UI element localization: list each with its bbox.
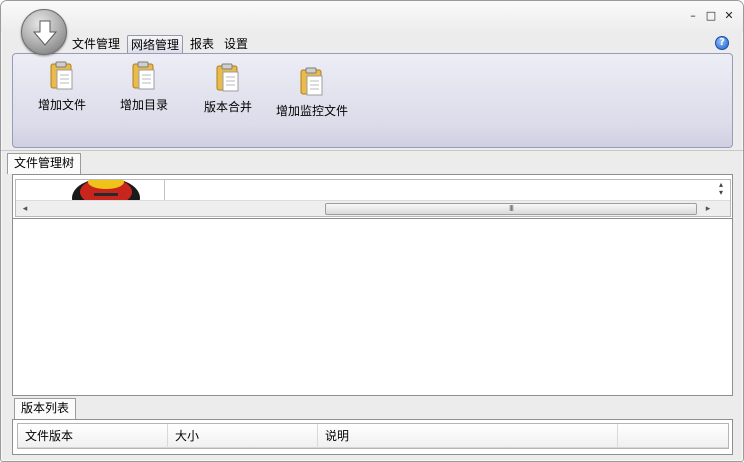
clipboard-icon <box>216 63 239 92</box>
tab-file-tree[interactable]: 文件管理树 <box>7 153 82 174</box>
add-monitor-file-label: 增加监控文件 <box>276 104 349 118</box>
app-menu-orb[interactable] <box>21 9 67 55</box>
column-header-size[interactable]: 大小 <box>168 424 318 448</box>
ribbon-panel: 增加文件 增加目录 版本合并 增加监控文件 <box>12 53 733 148</box>
version-list-panel[interactable]: 文件版本 大小 说明 <box>12 419 733 455</box>
scroll-right-icon[interactable]: ▸ <box>702 203 714 215</box>
add-directory-button[interactable]: 增加目录 <box>120 60 168 113</box>
title-bar[interactable]: – □ ✕ <box>1 1 743 33</box>
tab-version-list[interactable]: 版本列表 <box>14 398 77 419</box>
version-merge-label: 版本合并 <box>204 100 253 114</box>
clipboard-icon <box>50 61 73 90</box>
app-window: – □ ✕ 文件管理 网络管理 报表 设置 ? 增加文件 增加目录 版本合并 增… <box>0 0 744 462</box>
grid-header: 文件版本 大小 说明 <box>18 424 728 448</box>
tab-reports[interactable]: 报表 <box>187 35 217 54</box>
tab-settings[interactable]: 设置 <box>221 35 251 54</box>
horizontal-scrollbar[interactable]: ◂ III ▸ <box>16 200 730 216</box>
version-merge-button[interactable]: 版本合并 <box>204 62 252 115</box>
file-tree-panel[interactable]: ▴ ▾ ◂ III ▸ <box>12 174 733 396</box>
add-file-label: 增加文件 <box>38 98 87 112</box>
divider <box>13 218 732 219</box>
divider <box>1 150 743 151</box>
scroll-left-icon[interactable]: ◂ <box>19 203 31 215</box>
column-header-description[interactable]: 说明 <box>318 424 618 448</box>
add-directory-label: 增加目录 <box>120 98 169 112</box>
add-monitor-file-button[interactable]: 增加监控文件 <box>276 66 348 119</box>
tab-network-management[interactable]: 网络管理 <box>127 35 184 54</box>
ribbon-tab-bar: 文件管理 网络管理 报表 设置 <box>69 35 255 54</box>
tree-header-frame: ▴ ▾ ◂ III ▸ <box>15 179 731 217</box>
download-arrow-icon <box>32 20 58 46</box>
vertical-scroll-arrows[interactable]: ▴ ▾ <box>714 181 728 199</box>
tree-tab-strip: 文件管理树 <box>7 153 82 174</box>
column-separator <box>164 180 165 200</box>
add-file-button[interactable]: 增加文件 <box>38 60 86 113</box>
tab-file-management[interactable]: 文件管理 <box>69 35 123 54</box>
version-grid[interactable]: 文件版本 大小 说明 <box>17 423 729 449</box>
column-header-empty <box>618 424 728 448</box>
clipboard-icon <box>300 67 323 96</box>
clipboard-icon <box>132 61 155 90</box>
column-header-file-version[interactable]: 文件版本 <box>18 424 168 448</box>
window-controls: – □ ✕ <box>687 9 735 23</box>
minimize-button[interactable]: – <box>687 9 699 23</box>
maximize-button[interactable]: □ <box>705 9 717 23</box>
version-tab-strip: 版本列表 <box>14 398 77 419</box>
help-icon[interactable]: ? <box>715 36 729 50</box>
scroll-down-icon[interactable]: ▾ <box>714 189 728 197</box>
close-button[interactable]: ✕ <box>723 9 735 23</box>
scrollbar-thumb[interactable]: III <box>325 203 697 215</box>
mascot-image <box>72 180 140 200</box>
